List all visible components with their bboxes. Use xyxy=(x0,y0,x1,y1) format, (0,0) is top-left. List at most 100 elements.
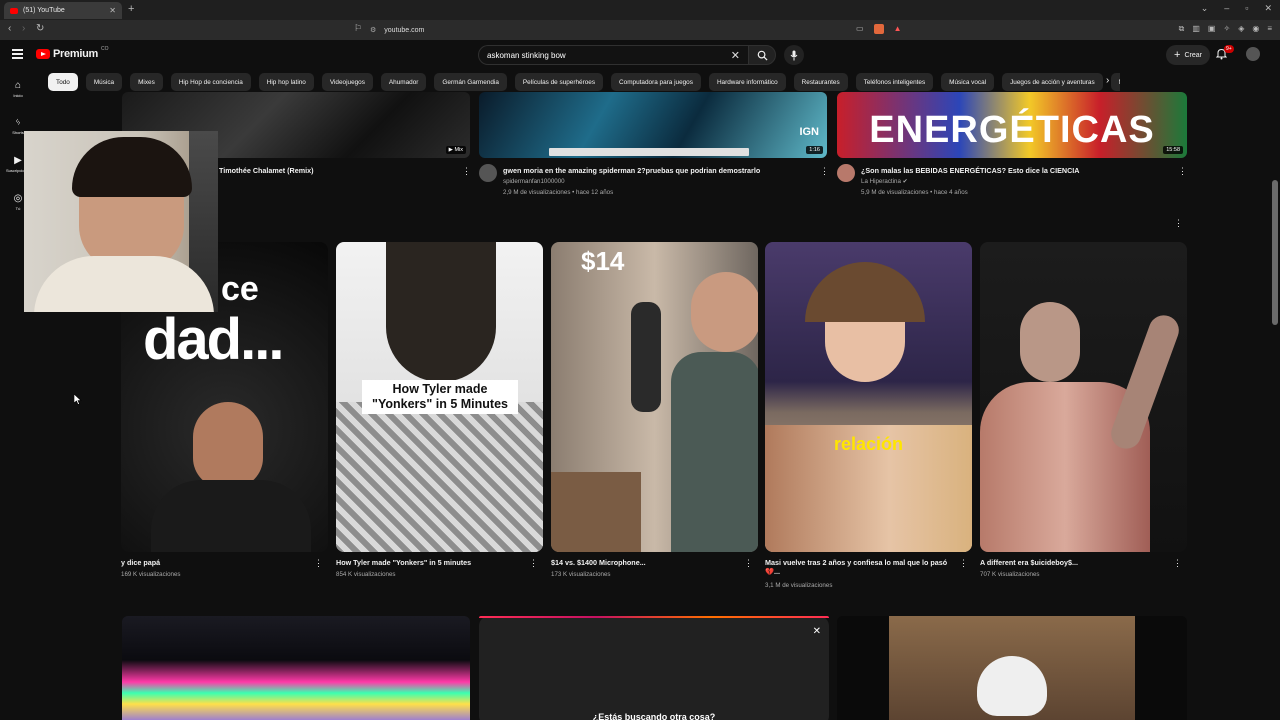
short-thumbnail[interactable]: relación xyxy=(765,242,972,552)
channel-name[interactable]: spidermanfan1000000 xyxy=(503,177,565,186)
sidebar-icon[interactable]: ▥ xyxy=(1192,24,1200,34)
short-title[interactable]: Masi vuelve tras 2 años y confiesa lo ma… xyxy=(765,558,955,576)
short-thumbnail[interactable] xyxy=(980,242,1187,552)
guide-item-home[interactable]: ⌂ Inicio xyxy=(6,80,30,98)
hamburger-menu-icon[interactable] xyxy=(12,49,23,59)
channel-avatar[interactable] xyxy=(479,164,497,182)
video-duration: 1:16 xyxy=(806,146,823,154)
filter-chips-bar: Todo Música Mixes Hip Hop de conciencia … xyxy=(48,73,1120,91)
new-tab-icon[interactable]: + xyxy=(128,3,134,15)
chip[interactable]: Hardware informático xyxy=(708,73,786,91)
video-title[interactable]: gwen moria en the amazing spiderman 2?pr… xyxy=(503,166,803,175)
video-thumbnail[interactable] xyxy=(837,616,1187,720)
channel-name[interactable]: La Hiperactina ✔ xyxy=(861,177,908,186)
voice-search-button[interactable] xyxy=(784,45,804,65)
restore-icon[interactable]: ▫ xyxy=(1245,3,1248,14)
short-thumbnail[interactable]: How Tyler made "Yonkers" in 5 Minutes xyxy=(336,242,543,552)
more-actions-icon[interactable]: ⋮ xyxy=(529,558,538,569)
clear-search-icon[interactable]: ✕ xyxy=(731,49,740,62)
wallet-icon[interactable]: ▣ xyxy=(1208,24,1216,34)
youtube-favicon-icon xyxy=(10,7,18,14)
youtube-premium-logo[interactable]: Premium CO xyxy=(36,46,109,60)
video-meta: 5,9 M de visualizaciones • hace 4 años xyxy=(861,189,968,196)
back-icon[interactable]: ‹ xyxy=(8,23,11,34)
window-controls: ⌄ – ▫ ✕ xyxy=(1201,3,1272,14)
webcam-overlay xyxy=(24,131,218,312)
chips-next-icon[interactable]: › xyxy=(1106,75,1109,86)
address-bar[interactable]: ⚙ youtube.com xyxy=(370,23,910,37)
mix-badge: ▶ Mix xyxy=(445,146,466,154)
chip[interactable]: Música vocal xyxy=(941,73,995,91)
chip[interactable]: Hip hop latino xyxy=(258,73,314,91)
chip-todo[interactable]: Todo xyxy=(48,73,78,91)
forward-icon[interactable]: › xyxy=(22,23,25,34)
chip[interactable]: Computadora para juegos xyxy=(611,73,701,91)
menu-icon[interactable]: ≡ xyxy=(1267,24,1272,34)
video-thumbnail[interactable]: ENERGÉTICAS 15:58 xyxy=(837,92,1187,158)
site-info-icon[interactable]: ⚙ xyxy=(370,26,376,34)
window-close-icon[interactable]: ✕ xyxy=(1264,3,1272,14)
more-actions-icon[interactable]: ⋮ xyxy=(314,558,323,569)
chip[interactable]: Teléfonos inteligentes xyxy=(855,73,934,91)
video-duration: 15:58 xyxy=(1163,146,1183,154)
create-button[interactable]: + Crear xyxy=(1166,45,1210,65)
vpn-icon[interactable]: ◈ xyxy=(1238,24,1244,34)
country-code: CO xyxy=(100,46,109,52)
page-scrollbar[interactable] xyxy=(1272,180,1278,325)
video-thumbnail[interactable]: IGN 1:16 xyxy=(479,92,827,158)
profile-icon[interactable]: ◉ xyxy=(1252,24,1259,34)
guide-label: Shorts xyxy=(12,130,24,135)
chip[interactable]: Juegos de acción y aventuras xyxy=(1002,73,1103,91)
tab-close-icon[interactable]: ✕ xyxy=(109,6,116,15)
chip[interactable]: Germán Garmendia xyxy=(434,73,507,91)
extensions-icon[interactable]: ⧉ xyxy=(1179,24,1185,34)
short-views: 707 K visualizaciones xyxy=(980,571,1040,578)
chip[interactable]: Ahumador xyxy=(380,73,427,91)
chip[interactable]: M xyxy=(1110,73,1120,91)
search-button[interactable] xyxy=(748,45,776,65)
reload-icon[interactable]: ↻ xyxy=(36,23,44,34)
brave-shields-icon[interactable] xyxy=(873,24,884,34)
thumbnail-text: ce xyxy=(221,270,259,308)
chip[interactable]: Mixes xyxy=(130,73,163,91)
more-actions-icon[interactable]: ⋮ xyxy=(1178,166,1187,177)
feedback-popup: ✕ ¿Estás buscando otra cosa? xyxy=(479,616,829,720)
channel-avatar[interactable] xyxy=(837,164,855,182)
short-title[interactable]: y dice papá xyxy=(121,558,160,567)
short-views: 3,1 M de visualizaciones xyxy=(765,582,833,589)
chip[interactable]: Películas de superhéroes xyxy=(514,73,604,91)
youtube-play-icon xyxy=(36,49,50,59)
chip[interactable]: Hip Hop de conciencia xyxy=(170,73,251,91)
video-thumbnail[interactable] xyxy=(122,616,470,720)
account-avatar[interactable] xyxy=(1246,47,1260,61)
browser-toolbar: ‹ › ↻ ⚐ ⚙ youtube.com ▭ ▲ ⧉ ▥ ▣ ✧ ◈ ◉ ≡ xyxy=(0,20,1280,40)
more-actions-icon[interactable]: ⋮ xyxy=(820,166,829,177)
leo-icon[interactable]: ✧ xyxy=(1223,24,1230,34)
video-title[interactable]: ¿Son malas las BEBIDAS ENERGÉTICAS? Esto… xyxy=(861,166,1161,175)
brave-rewards-icon[interactable]: ▲ xyxy=(894,24,902,34)
more-actions-icon[interactable]: ⋮ xyxy=(959,558,968,569)
short-title[interactable]: A different era $uicideboy$... xyxy=(980,558,1078,567)
youtube-header: Premium CO askoman stinking bow ✕ + Crea… xyxy=(0,40,1280,70)
shorts-shelf-menu-icon[interactable]: ⋮ xyxy=(1174,218,1183,229)
short-title[interactable]: How Tyler made "Yonkers" in 5 minutes xyxy=(336,558,471,567)
short-title[interactable]: $14 vs. $1400 Microphone... xyxy=(551,558,646,567)
bookmark-icon[interactable]: ⚐ xyxy=(354,23,362,34)
browser-tab[interactable]: (51) YouTube ✕ xyxy=(4,2,122,19)
install-app-icon[interactable]: ▭ xyxy=(856,24,864,34)
short-thumbnail[interactable]: $14 xyxy=(551,242,758,552)
search-input[interactable]: askoman stinking bow ✕ xyxy=(478,45,748,65)
short-views: 854 K visualizaciones xyxy=(336,571,396,578)
tab-search-icon[interactable]: ⌄ xyxy=(1201,3,1209,14)
more-actions-icon[interactable]: ⋮ xyxy=(744,558,753,569)
search-query: askoman stinking bow xyxy=(487,50,566,60)
logo-text: Premium xyxy=(53,48,98,60)
more-actions-icon[interactable]: ⋮ xyxy=(1173,558,1182,569)
chip[interactable]: Música xyxy=(85,73,123,91)
chip[interactable]: Videojuegos xyxy=(321,73,373,91)
video-title[interactable]: Timothée Chalamet (Remix) xyxy=(219,166,449,175)
more-actions-icon[interactable]: ⋮ xyxy=(462,166,471,177)
minimize-icon[interactable]: – xyxy=(1224,3,1229,14)
chip[interactable]: Restaurantes xyxy=(793,73,848,91)
popup-close-icon[interactable]: ✕ xyxy=(813,626,821,637)
